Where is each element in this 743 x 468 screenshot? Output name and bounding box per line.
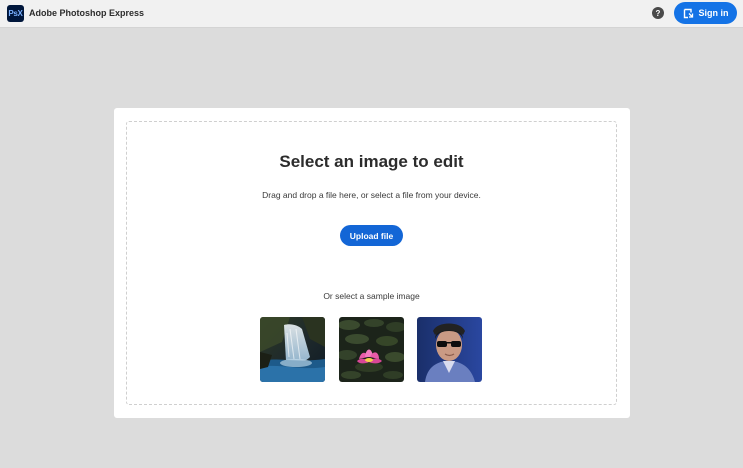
sample-image-water-lily[interactable] (339, 317, 404, 382)
top-bar: PsX Adobe Photoshop Express ? Sign in (0, 0, 743, 28)
sign-in-icon (683, 8, 693, 18)
drop-zone[interactable]: Select an image to edit Drag and drop a … (126, 121, 617, 405)
sample-image-man-with-sunglasses[interactable] (417, 317, 482, 382)
upload-file-button[interactable]: Upload file (340, 225, 403, 246)
page-title: Select an image to edit (279, 152, 464, 171)
app-logo: PsX (7, 5, 24, 22)
upload-card: Select an image to edit Drag and drop a … (114, 108, 630, 418)
drop-instructions: Drag and drop a file here, or select a f… (262, 190, 481, 200)
sample-images-label: Or select a sample image (323, 291, 420, 301)
sign-in-label: Sign in (698, 8, 729, 18)
sample-image-waterfall[interactable] (260, 317, 325, 382)
help-icon[interactable]: ? (652, 7, 664, 19)
sign-in-button[interactable]: Sign in (674, 2, 737, 24)
app-title: Adobe Photoshop Express (29, 8, 145, 18)
